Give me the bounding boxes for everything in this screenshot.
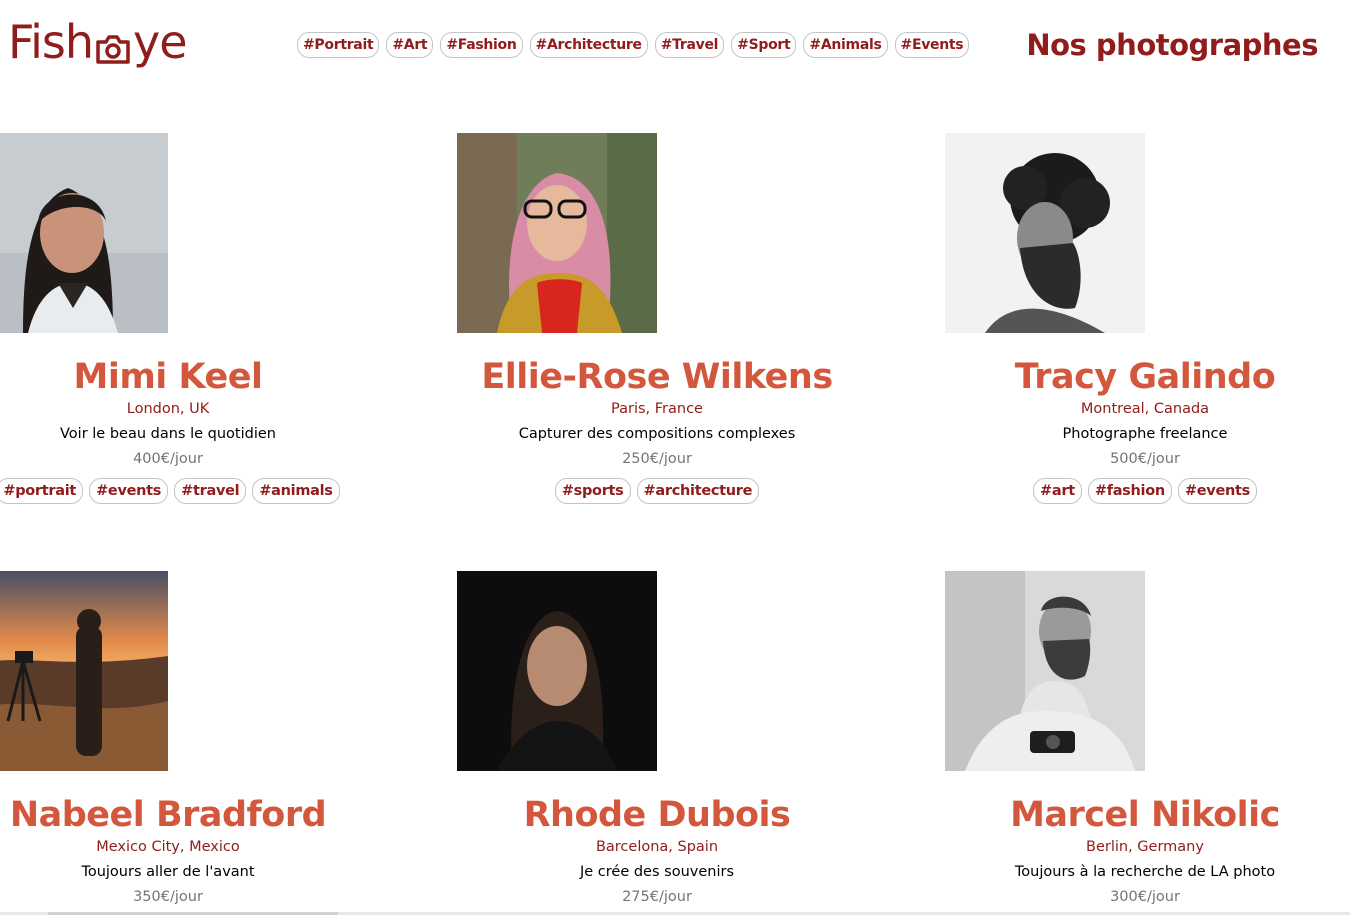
card-tag[interactable]: #architecture: [636, 478, 760, 504]
fisheye-logo[interactable]: Fish ye: [8, 10, 188, 70]
nav-tag-architecture[interactable]: #Architecture: [529, 32, 648, 58]
card-tag[interactable]: #events: [1177, 478, 1257, 504]
nav-tag-art[interactable]: #Art: [386, 32, 434, 58]
photographer-card: Mimi Keel London, UK Voir le beau dans l…: [0, 133, 368, 504]
photographer-avatar[interactable]: [945, 571, 1345, 771]
photographer-tags: #portrait #events #travel #animals: [0, 478, 368, 504]
nav-tag-events[interactable]: #Events: [894, 32, 970, 58]
nav-tag-fashion[interactable]: #Fashion: [440, 32, 523, 58]
photographer-tagline: Photographe freelance: [1062, 426, 1228, 442]
photographer-avatar[interactable]: [0, 571, 368, 771]
photographer-location: Barcelona, Spain: [595, 839, 719, 855]
photographer-name[interactable]: Nabeel Bradford: [0, 793, 368, 837]
logo-text-prefix: Fish: [8, 15, 94, 69]
nav-tag-travel[interactable]: #Travel: [654, 32, 725, 58]
tag-filter-nav: #Portrait #Art #Fashion #Architecture #T…: [297, 32, 970, 58]
photographer-tags: #sports #architecture: [457, 478, 857, 504]
photographer-avatar[interactable]: [945, 133, 1345, 333]
site-header: Fish ye #Portrait #Art #Fashion #Archite…: [0, 0, 1350, 100]
photographer-tagline: Toujours aller de l'avant: [81, 864, 255, 880]
nav-tag-animals[interactable]: #Animals: [803, 32, 888, 58]
photographer-card: Tracy Galindo Montreal, Canada Photograp…: [945, 133, 1345, 504]
photographer-location: Berlin, Germany: [1086, 839, 1204, 855]
logo-text-suffix: ye: [133, 15, 188, 69]
photographer-card: Rhode Dubois Barcelona, Spain Je crée de…: [457, 571, 857, 909]
page-title: Nos photographes: [1026, 28, 1318, 62]
photographer-price: 250€/jour: [622, 451, 692, 467]
photographer-price: 350€/jour: [133, 889, 203, 905]
photographer-avatar[interactable]: [457, 571, 857, 771]
photographer-name[interactable]: Ellie-Rose Wilkens: [457, 355, 857, 399]
card-tag[interactable]: #portrait: [0, 478, 84, 504]
photographer-avatar[interactable]: [457, 133, 857, 333]
photographer-location: Mexico City, Mexico: [96, 839, 240, 855]
nav-tag-sport[interactable]: #Sport: [731, 32, 797, 58]
photographer-name[interactable]: Rhode Dubois: [457, 793, 857, 837]
photographer-tagline: Je crée des souvenirs: [579, 864, 734, 880]
photographer-location: Montreal, Canada: [1080, 401, 1210, 417]
photographer-price: 500€/jour: [1110, 451, 1180, 467]
photographer-tags: #art #fashion #events: [945, 478, 1345, 504]
card-tag[interactable]: #sports: [554, 478, 631, 504]
photographer-avatar[interactable]: [0, 133, 368, 333]
nav-tag-portrait[interactable]: #Portrait: [297, 32, 380, 58]
photographer-name[interactable]: Mimi Keel: [0, 355, 368, 399]
photographer-tagline: Voir le beau dans le quotidien: [60, 426, 276, 442]
photographer-tagline: Capturer des compositions complexes: [518, 426, 796, 442]
card-tag[interactable]: #events: [89, 478, 169, 504]
photographer-name[interactable]: Marcel Nikolic: [945, 793, 1345, 837]
photographer-price: 275€/jour: [622, 889, 692, 905]
photographer-card: Nabeel Bradford Mexico City, Mexico Touj…: [0, 571, 368, 909]
photographer-location: London, UK: [126, 401, 210, 417]
card-tag[interactable]: #travel: [174, 478, 247, 504]
card-tag[interactable]: #fashion: [1087, 478, 1172, 504]
card-tag[interactable]: #animals: [252, 478, 340, 504]
photographer-location: Paris, France: [611, 401, 703, 417]
photographer-card: Marcel Nikolic Berlin, Germany Toujours …: [945, 571, 1345, 909]
photographer-tagline: Toujours à la recherche de LA photo: [1014, 864, 1276, 880]
photographer-price: 300€/jour: [1110, 889, 1180, 905]
card-tag[interactable]: #art: [1033, 478, 1082, 504]
photographer-name[interactable]: Tracy Galindo: [945, 355, 1345, 399]
photographer-price: 400€/jour: [133, 451, 203, 467]
camera-icon: [94, 24, 132, 64]
photographer-card: Ellie-Rose Wilkens Paris, France Capture…: [457, 133, 857, 504]
